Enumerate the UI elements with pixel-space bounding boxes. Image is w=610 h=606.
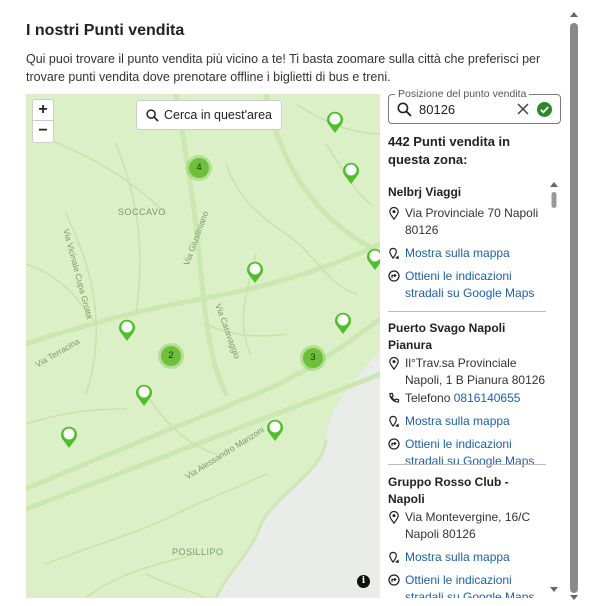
store-pin-icon[interactable] — [117, 318, 137, 342]
list-item: Puerto Svago Napoli Pianura Il°Trav.sa P… — [388, 320, 548, 470]
store-pin-icon[interactable] — [265, 418, 285, 442]
store-pin-icon[interactable] — [245, 260, 265, 284]
cluster-marker[interactable]: 3 — [303, 348, 323, 368]
location-field[interactable]: Posizione del punto vendita — [388, 88, 561, 124]
store-address: Via Montevergine, 16/C Napoli 80126 — [405, 510, 531, 541]
valid-check-icon — [537, 102, 552, 117]
show-on-map-link[interactable]: Mostra sulla mappa — [405, 549, 510, 566]
location-pin-icon — [389, 357, 399, 370]
phone-icon — [389, 392, 400, 403]
zoom-in-button[interactable]: + — [33, 100, 53, 121]
cluster-marker[interactable]: 2 — [161, 346, 181, 366]
store-pin-icon[interactable] — [59, 425, 79, 449]
district-label-soccavo: SOCCAVO — [118, 207, 166, 217]
map-pin-icon — [389, 247, 399, 260]
list-item: Gruppo Rosso Club - Napoli Via Monteverg… — [388, 474, 548, 598]
divider — [388, 311, 546, 312]
result-count: 442 Punti vendita in questa zona: — [388, 134, 511, 167]
phone-label: Telefono — [405, 391, 451, 405]
store-pin-icon[interactable] — [134, 383, 154, 407]
cluster-marker[interactable]: 4 — [189, 158, 209, 178]
location-pin-icon — [389, 511, 399, 524]
show-on-map-link[interactable]: Mostra sulla mappa — [405, 413, 510, 430]
dialog-intro: Qui puoi trovare il punto vendita più vi… — [26, 52, 541, 84]
search-this-area-button[interactable]: Cerca in quest'area — [136, 100, 283, 130]
district-label-posillipo: POSILLIPO — [172, 547, 224, 557]
store-pin-icon[interactable] — [341, 161, 361, 185]
map-pin-icon — [389, 415, 399, 428]
location-pin-icon — [389, 207, 399, 220]
search-this-area-label: Cerca in quest'area — [164, 108, 273, 122]
directions-link[interactable]: Ottieni le indicazioni stradali su Googl… — [405, 268, 548, 302]
map-info-button[interactable]: i — [357, 575, 370, 588]
clear-icon[interactable] — [516, 102, 530, 116]
dialog-title: I nostri Punti vendita — [26, 22, 185, 39]
zoom-out-button[interactable]: − — [33, 121, 53, 142]
show-on-map-link[interactable]: Mostra sulla mappa — [405, 245, 510, 262]
search-icon — [146, 108, 159, 122]
store-name: Puerto Svago Napoli Pianura — [388, 321, 506, 352]
location-field-label: Posizione del punto vendita — [395, 88, 530, 100]
phone-link[interactable]: 0816140655 — [454, 391, 521, 405]
zoom-control: + − — [32, 99, 54, 143]
store-pin-icon[interactable] — [333, 311, 353, 335]
location-input[interactable] — [419, 101, 509, 118]
store-name: Gruppo Rosso Club - Napoli — [388, 475, 509, 506]
map-pin-icon — [389, 551, 399, 564]
store-panel: Posizione del punto vendita 442 Punti ve… — [388, 88, 562, 598]
store-pin-icon[interactable] — [365, 247, 380, 271]
directions-icon — [388, 574, 400, 586]
store-list[interactable]: Nelbrj Viaggi Via Provinciale 70 Napoli … — [388, 180, 548, 598]
directions-icon — [388, 438, 400, 450]
divider — [388, 464, 546, 465]
directions-icon — [388, 270, 400, 282]
store-name: Nelbrj Viaggi — [388, 185, 462, 199]
store-address: Via Provinciale 70 Napoli 80126 — [405, 206, 539, 237]
store-pin-icon[interactable] — [325, 110, 345, 134]
list-item: Nelbrj Viaggi Via Provinciale 70 Napoli … — [388, 184, 548, 302]
store-address: Il°Trav.sa Provinciale Napoli, 1 B Pianu… — [405, 356, 546, 387]
store-map[interactable]: + − Cerca in quest'area SOCCAVO POSILLIP… — [26, 94, 380, 598]
list-scrollbar[interactable] — [549, 180, 559, 594]
directions-link[interactable]: Ottieni le indicazioni stradali su Googl… — [405, 572, 548, 598]
dialog-scrollbar[interactable] — [567, 10, 581, 600]
search-icon — [397, 102, 412, 117]
